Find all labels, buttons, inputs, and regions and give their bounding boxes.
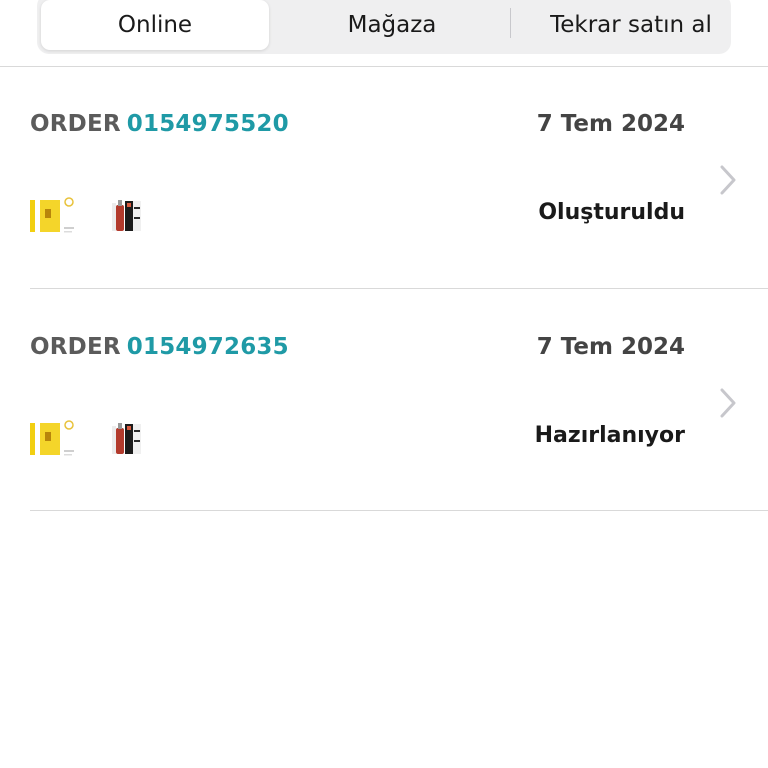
order-status: Hazırlanıyor	[534, 423, 685, 448]
order-prefix: ORDER	[30, 334, 121, 360]
order-list-item[interactable]: ORDER 0154975520 7 Tem 2024 Oluşturuldu	[0, 67, 768, 289]
order-date: 7 Tem 2024	[536, 111, 685, 137]
chevron-right-icon	[720, 388, 736, 418]
tab-online[interactable]: Online	[41, 0, 269, 50]
order-type-segmented-control: Online Mağaza Tekrar satın al	[37, 0, 731, 54]
tab-online-label: Online	[117, 12, 193, 38]
tab-tekrar-satin-al[interactable]: Tekrar satın al	[513, 0, 749, 50]
order-list-item[interactable]: ORDER 0154972635 7 Tem 2024 Hazırlanıyor	[0, 290, 768, 512]
yellow-product-box-thumbnail	[30, 420, 74, 456]
order-status: Oluşturuldu	[538, 200, 685, 225]
tab-magaza-label: Mağaza	[347, 12, 437, 38]
product-thumbnails	[30, 420, 150, 460]
order-date: 7 Tem 2024	[536, 334, 685, 360]
tab-divider	[510, 8, 511, 38]
chevron-right-icon	[720, 165, 736, 195]
order-prefix: ORDER	[30, 111, 121, 137]
order-number: 0154972635	[126, 334, 289, 360]
yellow-product-box-thumbnail	[30, 197, 74, 233]
product-thumbnails	[30, 197, 150, 237]
order-divider	[30, 510, 768, 511]
order-divider	[30, 288, 768, 289]
tab-tekrar-satin-al-label: Tekrar satın al	[550, 12, 712, 38]
tab-magaza[interactable]: Mağaza	[277, 0, 507, 50]
red-serum-bottle-thumbnail	[112, 200, 141, 231]
orders-page: Online Mağaza Tekrar satın al ORDER 01549…	[0, 0, 768, 768]
order-id: ORDER 0154972635	[30, 334, 289, 360]
order-number: 0154975520	[126, 111, 289, 137]
order-id: ORDER 0154975520	[30, 111, 289, 137]
red-serum-bottle-thumbnail	[112, 423, 141, 454]
